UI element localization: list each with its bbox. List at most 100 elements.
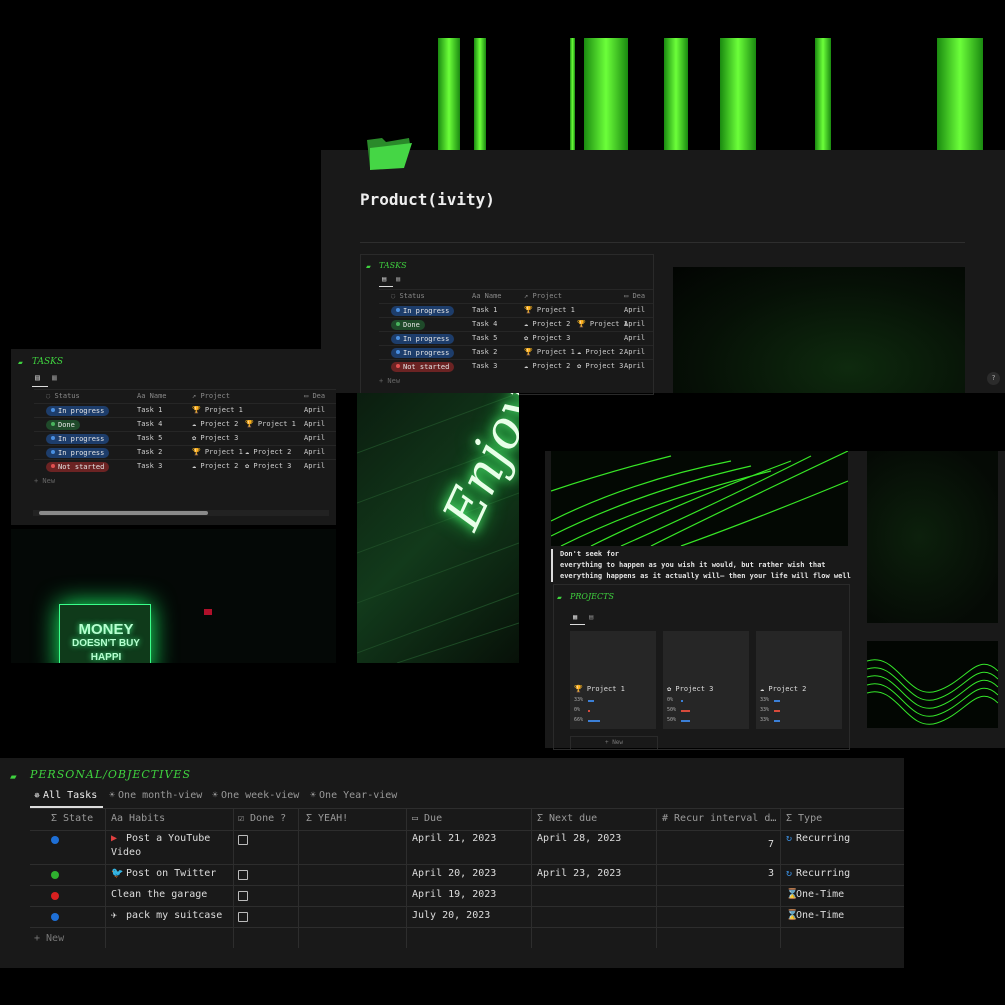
project-stat: 33% [760,717,770,723]
project-card[interactable]: ✿ Project 3 0% 50% 50% [663,631,749,729]
table-row[interactable]: Done Task 4 ☁ Project 2 🏆 Project 1 April [379,317,653,332]
task-name[interactable]: Task 5 [472,334,497,342]
project-name: 🏆 Project 1 [574,685,625,693]
tasks-heading: TASKS [32,357,64,367]
habit-name[interactable]: Post on Twitter [126,868,216,879]
done-checkbox[interactable] [238,835,248,845]
deadline: April [624,306,646,314]
col-status: ◌ Status [46,392,80,400]
task-name[interactable]: Task 4 [137,420,162,428]
project-link[interactable]: 🏆 Project 1 [524,348,575,356]
project-stat: 50% [667,707,677,713]
horizontal-scrollbar[interactable] [33,510,329,516]
table-view-icon[interactable]: ▤ [589,613,593,621]
project-link[interactable]: ☁ Project 2 [245,448,291,456]
gallery-view-icon[interactable]: ▦ [573,613,577,621]
project-link[interactable]: ✿ Project 3 [245,462,291,470]
table-row[interactable]: ▶ Post a YouTube Video April 21, 2023 April … [30,829,904,865]
status-label: In progress [58,407,105,415]
done-checkbox[interactable] [238,912,248,922]
project-stat: 33% [760,697,770,703]
tab-label: All Tasks [43,790,98,801]
task-name[interactable]: Task 2 [472,348,497,356]
done-checkbox[interactable] [238,870,248,880]
habit-name[interactable]: Post a YouTube [126,833,210,844]
state-dot [51,836,59,844]
project-link[interactable]: ✿ Project 3 [524,334,570,342]
table-row[interactable]: In progress Task 2 🏆 Project 1 ☁ Project 2A… [379,345,653,360]
new-row-button[interactable]: + New [34,477,55,485]
habit-icon: ✈ [111,910,118,921]
task-name[interactable]: Task 3 [137,462,162,470]
new-project-button[interactable]: + New [570,736,658,750]
project-stat: 50% [667,717,677,723]
table-row[interactable]: In progress Task 2 🏆 Project 1 ☁ Project 2A… [34,445,336,460]
progress-bar [588,720,600,722]
gallery-view-icon[interactable]: ▦ [396,275,400,283]
project-link[interactable]: 🏆 Project 1 [577,320,628,328]
help-button[interactable]: ? [987,372,1000,385]
task-name[interactable]: Task 1 [472,306,497,314]
project-link[interactable]: ☁ Project 2 [192,462,238,470]
status-dot [396,322,400,326]
project-link[interactable]: ☁ Project 2 [192,420,238,428]
tab-all-tasks[interactable]: ✵ All Tasks [34,790,97,801]
project-card[interactable]: ☁ Project 2 33% 33% 33% [756,631,842,729]
project-link[interactable]: ☁ Project 2 [524,362,570,370]
task-name[interactable]: Task 3 [472,362,497,370]
tab-one-month-view[interactable]: ☀ One month-view [109,790,202,801]
tab-one-year-view[interactable]: ☀ One Year-view [310,790,397,801]
objectives-heading: PERSONAL/OBJECTIVES [30,768,191,781]
table-view-icon[interactable]: ▤ [35,373,40,382]
new-row-label: + New [34,933,65,944]
project-link[interactable]: ☁ Project 2 [577,348,623,356]
project-link[interactable]: ✿ Project 3 [577,362,623,370]
state-dot [51,871,59,879]
col-divider [233,808,234,948]
project-link[interactable]: 🏆 Project 1 [192,448,243,456]
habit-name[interactable]: pack my suitcase [126,910,222,921]
project-link[interactable]: 🏆 Project 1 [192,406,243,414]
table-row[interactable]: Not started Task 3 ☁ Project 2 ✿ Project 3A… [379,359,653,374]
status-label: In progress [403,335,450,343]
project-link[interactable]: 🏆 Project 1 [524,306,575,314]
status-badge: In progress [391,348,455,358]
tasks-table: ◌ Status Aa Name ↗ Project ▭ Dea In prog… [34,389,336,499]
tasks-heading: TASKS [379,261,407,270]
col-name-label: Name [149,392,167,400]
status-dot [396,364,400,368]
neon-line-2: DOESN'T BUY [72,638,140,649]
habit-name[interactable]: Clean the garage [111,889,207,900]
task-name[interactable]: Task 5 [137,434,162,442]
col-next-due: Σ Next due [537,813,598,824]
project-link[interactable]: ✿ Project 3 [192,434,238,442]
table-row[interactable]: ✈ pack my suitcase July 20, 2023 ⌛ One-Time [30,906,904,928]
table-row[interactable]: Done Task 4 ☁ Project 2 🏆 Project 1 April [34,417,336,432]
gallery-view-icon[interactable]: ▦ [52,373,57,382]
tab-icon: ☀ [310,790,317,801]
project-stat: 66% [574,717,584,723]
task-name[interactable]: Task 4 [472,320,497,328]
recur-interval: 3 [768,868,775,879]
table-row[interactable]: In progress Task 5 ✿ Project 3 April [379,331,653,346]
scrollbar-thumb[interactable] [39,511,208,515]
task-name[interactable]: Task 2 [137,448,162,456]
habit-name-line-2[interactable]: Video [111,847,141,858]
col-habits: Aa Habits [111,813,166,824]
table-row[interactable]: In progress Task 5 ✿ Project 3 April [34,431,336,446]
tab-one-week-view[interactable]: ☀ One week-view [212,790,299,801]
table-row[interactable]: In progress Task 1 🏆 Project 1 April [379,303,653,318]
task-name[interactable]: Task 1 [137,406,162,414]
project-link[interactable]: ☁ Project 2 [524,320,570,328]
table-view-icon[interactable]: ▤ [382,275,386,283]
table-row[interactable]: In progress Task 1 🏆 Project 1 April [34,403,336,418]
new-row-button[interactable]: + New [34,933,64,944]
col-type: Σ Type [786,813,823,824]
table-row[interactable]: Not started Task 3 ☁ Project 2 ✿ Project 3A… [34,459,336,474]
done-checkbox[interactable] [238,891,248,901]
project-link[interactable]: 🏆 Project 1 [245,420,296,428]
table-row[interactable]: 🐦 Post on Twitter April 20, 2023 April 23, … [30,864,904,886]
new-row-button[interactable]: + New [379,377,400,385]
project-card[interactable]: 🏆 Project 1 33% 0% 66% [570,631,656,729]
table-row[interactable]: Clean the garage April 19, 2023 ⌛ One-Time [30,885,904,907]
